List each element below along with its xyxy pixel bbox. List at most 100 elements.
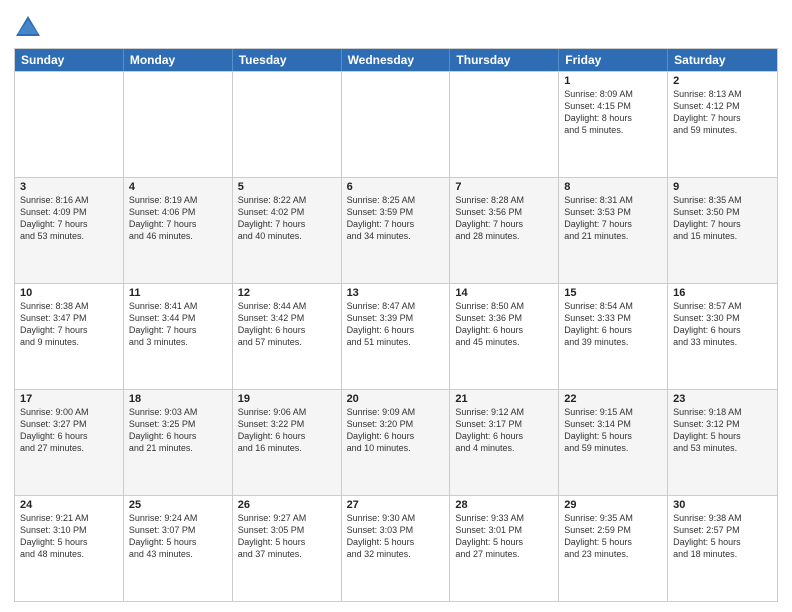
header-cell-saturday: Saturday	[668, 49, 777, 71]
day-info: Sunrise: 8:47 AM Sunset: 3:39 PM Dayligh…	[347, 300, 445, 349]
header	[14, 10, 778, 42]
calendar-cell-r3-c3: 20Sunrise: 9:09 AM Sunset: 3:20 PM Dayli…	[342, 390, 451, 495]
calendar-cell-r3-c1: 18Sunrise: 9:03 AM Sunset: 3:25 PM Dayli…	[124, 390, 233, 495]
day-info: Sunrise: 8:38 AM Sunset: 3:47 PM Dayligh…	[20, 300, 118, 349]
day-info: Sunrise: 8:13 AM Sunset: 4:12 PM Dayligh…	[673, 88, 772, 137]
day-number: 16	[673, 287, 772, 299]
calendar-cell-r2-c3: 13Sunrise: 8:47 AM Sunset: 3:39 PM Dayli…	[342, 284, 451, 389]
header-cell-thursday: Thursday	[450, 49, 559, 71]
day-number: 12	[238, 287, 336, 299]
day-number: 1	[564, 75, 662, 87]
day-number: 23	[673, 393, 772, 405]
day-info: Sunrise: 9:21 AM Sunset: 3:10 PM Dayligh…	[20, 512, 118, 561]
day-number: 8	[564, 181, 662, 193]
day-info: Sunrise: 9:33 AM Sunset: 3:01 PM Dayligh…	[455, 512, 553, 561]
calendar-cell-r1-c1: 4Sunrise: 8:19 AM Sunset: 4:06 PM Daylig…	[124, 178, 233, 283]
day-info: Sunrise: 8:28 AM Sunset: 3:56 PM Dayligh…	[455, 194, 553, 243]
header-cell-tuesday: Tuesday	[233, 49, 342, 71]
day-number: 30	[673, 499, 772, 511]
day-info: Sunrise: 9:03 AM Sunset: 3:25 PM Dayligh…	[129, 406, 227, 455]
calendar-cell-r1-c5: 8Sunrise: 8:31 AM Sunset: 3:53 PM Daylig…	[559, 178, 668, 283]
day-info: Sunrise: 9:12 AM Sunset: 3:17 PM Dayligh…	[455, 406, 553, 455]
header-cell-friday: Friday	[559, 49, 668, 71]
day-info: Sunrise: 9:30 AM Sunset: 3:03 PM Dayligh…	[347, 512, 445, 561]
calendar-cell-r0-c3	[342, 72, 451, 177]
day-number: 22	[564, 393, 662, 405]
calendar: SundayMondayTuesdayWednesdayThursdayFrid…	[14, 48, 778, 602]
day-number: 11	[129, 287, 227, 299]
day-info: Sunrise: 9:18 AM Sunset: 3:12 PM Dayligh…	[673, 406, 772, 455]
day-number: 19	[238, 393, 336, 405]
day-info: Sunrise: 8:50 AM Sunset: 3:36 PM Dayligh…	[455, 300, 553, 349]
day-info: Sunrise: 9:15 AM Sunset: 3:14 PM Dayligh…	[564, 406, 662, 455]
day-info: Sunrise: 8:22 AM Sunset: 4:02 PM Dayligh…	[238, 194, 336, 243]
calendar-cell-r4-c2: 26Sunrise: 9:27 AM Sunset: 3:05 PM Dayli…	[233, 496, 342, 601]
day-number: 10	[20, 287, 118, 299]
day-info: Sunrise: 9:27 AM Sunset: 3:05 PM Dayligh…	[238, 512, 336, 561]
calendar-cell-r0-c1	[124, 72, 233, 177]
calendar-cell-r2-c2: 12Sunrise: 8:44 AM Sunset: 3:42 PM Dayli…	[233, 284, 342, 389]
calendar-row-0: 1Sunrise: 8:09 AM Sunset: 4:15 PM Daylig…	[15, 71, 777, 177]
calendar-cell-r2-c0: 10Sunrise: 8:38 AM Sunset: 3:47 PM Dayli…	[15, 284, 124, 389]
header-cell-wednesday: Wednesday	[342, 49, 451, 71]
calendar-header: SundayMondayTuesdayWednesdayThursdayFrid…	[15, 49, 777, 71]
day-info: Sunrise: 8:09 AM Sunset: 4:15 PM Dayligh…	[564, 88, 662, 137]
calendar-cell-r2-c1: 11Sunrise: 8:41 AM Sunset: 3:44 PM Dayli…	[124, 284, 233, 389]
calendar-cell-r4-c0: 24Sunrise: 9:21 AM Sunset: 3:10 PM Dayli…	[15, 496, 124, 601]
calendar-cell-r0-c0	[15, 72, 124, 177]
calendar-cell-r4-c6: 30Sunrise: 9:38 AM Sunset: 2:57 PM Dayli…	[668, 496, 777, 601]
calendar-cell-r2-c4: 14Sunrise: 8:50 AM Sunset: 3:36 PM Dayli…	[450, 284, 559, 389]
calendar-cell-r2-c6: 16Sunrise: 8:57 AM Sunset: 3:30 PM Dayli…	[668, 284, 777, 389]
calendar-cell-r2-c5: 15Sunrise: 8:54 AM Sunset: 3:33 PM Dayli…	[559, 284, 668, 389]
calendar-cell-r0-c5: 1Sunrise: 8:09 AM Sunset: 4:15 PM Daylig…	[559, 72, 668, 177]
day-number: 17	[20, 393, 118, 405]
calendar-cell-r4-c4: 28Sunrise: 9:33 AM Sunset: 3:01 PM Dayli…	[450, 496, 559, 601]
day-info: Sunrise: 9:24 AM Sunset: 3:07 PM Dayligh…	[129, 512, 227, 561]
calendar-cell-r3-c2: 19Sunrise: 9:06 AM Sunset: 3:22 PM Dayli…	[233, 390, 342, 495]
day-number: 15	[564, 287, 662, 299]
calendar-cell-r3-c6: 23Sunrise: 9:18 AM Sunset: 3:12 PM Dayli…	[668, 390, 777, 495]
day-info: Sunrise: 8:35 AM Sunset: 3:50 PM Dayligh…	[673, 194, 772, 243]
day-info: Sunrise: 9:00 AM Sunset: 3:27 PM Dayligh…	[20, 406, 118, 455]
day-info: Sunrise: 8:31 AM Sunset: 3:53 PM Dayligh…	[564, 194, 662, 243]
calendar-cell-r3-c5: 22Sunrise: 9:15 AM Sunset: 3:14 PM Dayli…	[559, 390, 668, 495]
calendar-cell-r1-c4: 7Sunrise: 8:28 AM Sunset: 3:56 PM Daylig…	[450, 178, 559, 283]
day-number: 24	[20, 499, 118, 511]
page: SundayMondayTuesdayWednesdayThursdayFrid…	[0, 0, 792, 612]
calendar-cell-r1-c0: 3Sunrise: 8:16 AM Sunset: 4:09 PM Daylig…	[15, 178, 124, 283]
day-info: Sunrise: 8:54 AM Sunset: 3:33 PM Dayligh…	[564, 300, 662, 349]
day-info: Sunrise: 9:06 AM Sunset: 3:22 PM Dayligh…	[238, 406, 336, 455]
day-number: 18	[129, 393, 227, 405]
calendar-cell-r0-c6: 2Sunrise: 8:13 AM Sunset: 4:12 PM Daylig…	[668, 72, 777, 177]
day-info: Sunrise: 8:16 AM Sunset: 4:09 PM Dayligh…	[20, 194, 118, 243]
day-number: 6	[347, 181, 445, 193]
day-number: 29	[564, 499, 662, 511]
day-info: Sunrise: 8:57 AM Sunset: 3:30 PM Dayligh…	[673, 300, 772, 349]
calendar-cell-r1-c6: 9Sunrise: 8:35 AM Sunset: 3:50 PM Daylig…	[668, 178, 777, 283]
day-info: Sunrise: 8:19 AM Sunset: 4:06 PM Dayligh…	[129, 194, 227, 243]
day-number: 25	[129, 499, 227, 511]
calendar-row-4: 24Sunrise: 9:21 AM Sunset: 3:10 PM Dayli…	[15, 495, 777, 601]
calendar-cell-r3-c0: 17Sunrise: 9:00 AM Sunset: 3:27 PM Dayli…	[15, 390, 124, 495]
day-number: 13	[347, 287, 445, 299]
calendar-cell-r4-c3: 27Sunrise: 9:30 AM Sunset: 3:03 PM Dayli…	[342, 496, 451, 601]
calendar-row-1: 3Sunrise: 8:16 AM Sunset: 4:09 PM Daylig…	[15, 177, 777, 283]
day-number: 26	[238, 499, 336, 511]
day-number: 5	[238, 181, 336, 193]
calendar-cell-r0-c4	[450, 72, 559, 177]
day-number: 21	[455, 393, 553, 405]
day-info: Sunrise: 9:09 AM Sunset: 3:20 PM Dayligh…	[347, 406, 445, 455]
day-number: 20	[347, 393, 445, 405]
day-number: 28	[455, 499, 553, 511]
calendar-cell-r1-c2: 5Sunrise: 8:22 AM Sunset: 4:02 PM Daylig…	[233, 178, 342, 283]
calendar-cell-r4-c1: 25Sunrise: 9:24 AM Sunset: 3:07 PM Dayli…	[124, 496, 233, 601]
logo-icon	[14, 14, 42, 42]
logo	[14, 14, 46, 42]
calendar-cell-r0-c2	[233, 72, 342, 177]
header-cell-monday: Monday	[124, 49, 233, 71]
day-number: 3	[20, 181, 118, 193]
day-number: 7	[455, 181, 553, 193]
day-info: Sunrise: 9:35 AM Sunset: 2:59 PM Dayligh…	[564, 512, 662, 561]
day-number: 9	[673, 181, 772, 193]
day-number: 14	[455, 287, 553, 299]
